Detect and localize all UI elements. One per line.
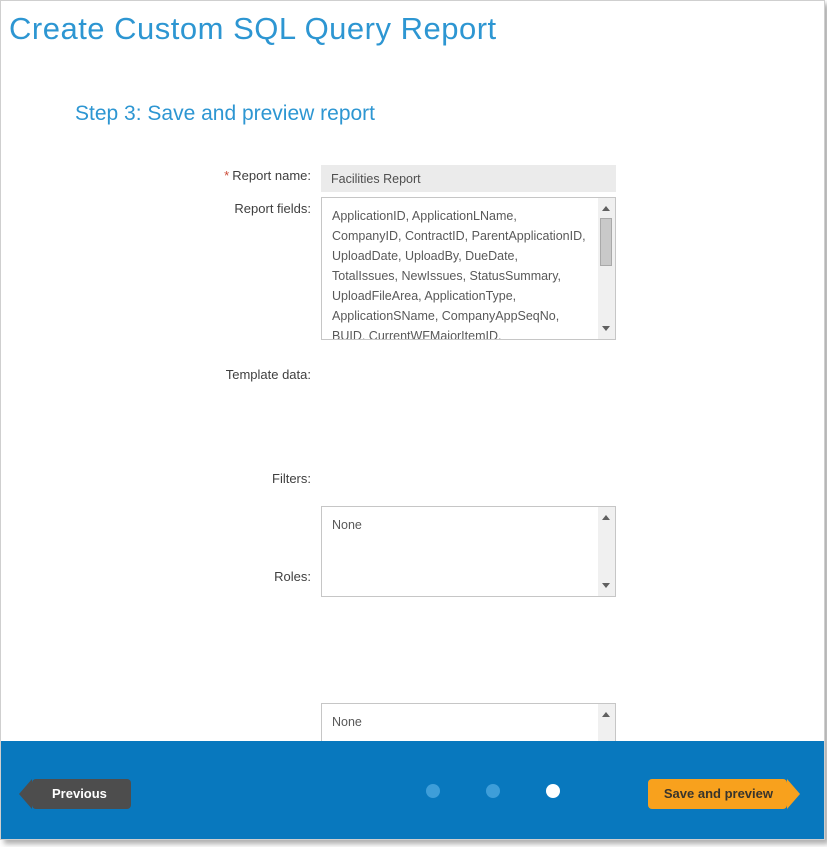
- scrollbar[interactable]: [598, 507, 615, 596]
- report-name-input[interactable]: [321, 165, 616, 192]
- wizard-footer-bar: Previous Save and preview: [1, 741, 824, 839]
- roles-label: Roles:: [1, 569, 311, 584]
- scrollbar-thumb[interactable]: [600, 218, 612, 266]
- report-fields-text: ApplicationID, ApplicationLName, Company…: [322, 198, 615, 340]
- template-data-text: None: [322, 507, 615, 535]
- save-and-preview-button[interactable]: Save and preview: [648, 779, 787, 809]
- scroll-up-icon[interactable]: [602, 206, 610, 211]
- template-data-box[interactable]: None: [321, 506, 616, 597]
- filters-text: None: [322, 704, 615, 732]
- wizard-page: Create Custom SQL Query Report Step 3: S…: [0, 0, 825, 840]
- scroll-down-icon[interactable]: [602, 326, 610, 331]
- step-dot-2[interactable]: [486, 784, 500, 798]
- scroll-up-icon[interactable]: [602, 515, 610, 520]
- step-heading: Step 3: Save and preview report: [75, 102, 375, 126]
- step-dot-3[interactable]: [546, 784, 560, 798]
- report-name-label: *Report name:: [1, 168, 311, 183]
- page-title: Create Custom SQL Query Report: [9, 11, 497, 47]
- report-fields-label: Report fields:: [1, 201, 311, 216]
- required-asterisk: *: [224, 168, 229, 183]
- report-fields-box[interactable]: ApplicationID, ApplicationLName, Company…: [321, 197, 616, 340]
- scrollbar[interactable]: [598, 198, 615, 339]
- scroll-down-icon[interactable]: [602, 583, 610, 588]
- filters-label: Filters:: [1, 471, 311, 486]
- step-dot-1[interactable]: [426, 784, 440, 798]
- report-name-label-text: Report name:: [232, 168, 311, 183]
- scroll-up-icon[interactable]: [602, 712, 610, 717]
- step-indicator: [426, 784, 560, 798]
- template-data-label: Template data:: [1, 367, 311, 382]
- previous-button[interactable]: Previous: [32, 779, 131, 809]
